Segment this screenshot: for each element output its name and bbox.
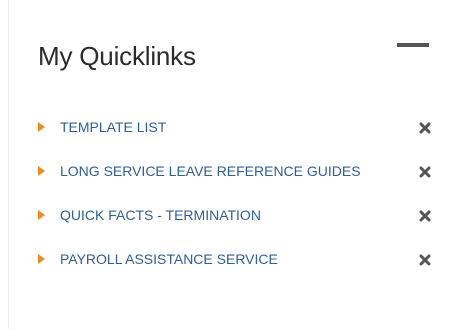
quicklink-template-list[interactable]: TEMPLATE LIST bbox=[60, 119, 166, 135]
close-icon[interactable] bbox=[418, 165, 432, 179]
collapse-button[interactable] bbox=[397, 38, 429, 52]
close-icon[interactable] bbox=[418, 209, 432, 223]
caret-right-icon bbox=[38, 166, 45, 176]
list-item: TEMPLATE LIST bbox=[38, 113, 438, 157]
quicklink-quick-facts-termination[interactable]: QUICK FACTS - TERMINATION bbox=[60, 207, 261, 223]
caret-right-icon bbox=[38, 210, 45, 220]
caret-right-icon bbox=[38, 254, 45, 264]
caret-right-icon bbox=[38, 122, 45, 132]
quicklink-payroll-assistance-service[interactable]: PAYROLL ASSISTANCE SERVICE bbox=[60, 251, 278, 267]
list-item: PAYROLL ASSISTANCE SERVICE bbox=[38, 245, 438, 289]
list-item: LONG SERVICE LEAVE REFERENCE GUIDES bbox=[38, 157, 438, 201]
close-icon[interactable] bbox=[418, 253, 432, 267]
quicklink-long-service-leave-reference-guides[interactable]: LONG SERVICE LEAVE REFERENCE GUIDES bbox=[60, 163, 361, 179]
minus-icon bbox=[397, 43, 429, 47]
quicklinks-panel: My Quicklinks TEMPLATE LIST LONG SERVICE… bbox=[8, 0, 450, 329]
panel-title: My Quicklinks bbox=[38, 41, 196, 71]
quicklinks-list: TEMPLATE LIST LONG SERVICE LEAVE REFEREN… bbox=[38, 113, 438, 289]
list-item: QUICK FACTS - TERMINATION bbox=[38, 201, 438, 245]
close-icon[interactable] bbox=[418, 121, 432, 135]
